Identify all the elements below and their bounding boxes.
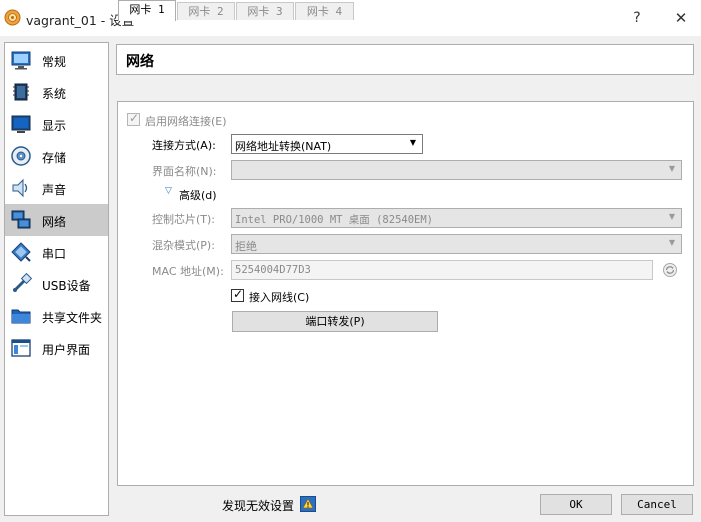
cable-connected-checkbox[interactable]: ✓ <box>231 287 244 302</box>
sidebar-item-serial[interactable]: 串口 <box>5 236 108 268</box>
sidebar-item-label: USB设备 <box>42 279 91 293</box>
sidebar-item-usb[interactable]: USB设备 <box>5 268 108 300</box>
enable-adapter-label: 启用网络连接(E) <box>145 115 227 128</box>
page-header: 网络 <box>116 44 694 75</box>
mac-address-value: 5254004D77D3 <box>235 264 311 276</box>
sidebar-item-label: 显示 <box>42 119 67 133</box>
folder-icon <box>11 309 31 324</box>
warning-icon[interactable] <box>300 496 316 512</box>
sidebar-item-system[interactable]: 系统 <box>5 76 108 108</box>
cancel-button[interactable]: Cancel <box>621 494 693 515</box>
ui-icon <box>11 339 31 357</box>
virtualbox-app-icon <box>4 9 21 26</box>
sidebar-item-label: 网络 <box>42 215 67 229</box>
refresh-mac-icon[interactable] <box>662 262 678 278</box>
help-button[interactable]: ? <box>626 7 648 29</box>
sidebar-item-label: 常规 <box>42 55 67 69</box>
serial-port-icon <box>11 242 31 262</box>
adapter-name-label: 界面名称(N): <box>152 165 217 178</box>
sidebar-item-display[interactable]: 显示 <box>5 108 108 140</box>
attached-to-select[interactable]: 网络地址转换(NAT) ▼ <box>231 134 423 154</box>
promiscuous-mode-select[interactable]: 拒绝 ▼ <box>231 234 682 254</box>
general-icon <box>11 51 31 70</box>
attached-to-value: 网络地址转换(NAT) <box>235 140 332 153</box>
sidebar-item-general[interactable]: 常规 <box>5 44 108 76</box>
promiscuous-mode-value: 拒绝 <box>235 240 257 253</box>
close-button[interactable]: ✕ <box>670 7 692 29</box>
invalid-settings-label: 发现无效设置 <box>222 499 295 513</box>
sidebar-item-label: 用户界面 <box>42 343 91 357</box>
advanced-toggle-label[interactable]: 高级(d) <box>179 187 217 203</box>
adapter-type-label: 控制芯片(T): <box>152 213 216 226</box>
usb-icon <box>12 273 32 293</box>
sidebar-item-label: 系统 <box>42 87 67 101</box>
tab-adapter-3[interactable]: 网卡 3 <box>236 2 294 20</box>
dropdown-arrow-icon: ▼ <box>668 164 675 173</box>
cable-connected-label: 接入网线(C) <box>249 291 310 304</box>
promiscuous-mode-label: 混杂模式(P): <box>152 239 215 252</box>
sidebar-item-user-interface[interactable]: 用户界面 <box>5 332 108 364</box>
port-forwarding-button[interactable]: 端口转发(P) <box>232 311 438 332</box>
storage-disc-icon <box>11 146 31 166</box>
speaker-icon <box>12 178 28 198</box>
sidebar-item-label: 存储 <box>42 151 67 165</box>
settings-sidebar: 常规 系统 显示 存储 声音 网络 串口 USB设备 共享文件夹 用户界面 <box>4 42 109 516</box>
dropdown-arrow-icon: ▼ <box>668 212 675 221</box>
mac-address-label: MAC 地址(M): <box>152 265 224 278</box>
advanced-expand-icon[interactable]: ▽ <box>165 186 172 196</box>
dropdown-arrow-icon: ▼ <box>409 138 416 147</box>
sidebar-item-network[interactable]: 网络 <box>5 204 108 236</box>
adapter-type-select[interactable]: Intel PRO/1000 MT 桌面 (82540EM) ▼ <box>231 208 682 228</box>
adapter-name-select[interactable]: ▼ <box>231 160 682 180</box>
sidebar-item-label: 串口 <box>42 247 67 261</box>
sidebar-item-label: 共享文件夹 <box>42 311 103 325</box>
ok-button[interactable]: OK <box>540 494 612 515</box>
page-title: 网络 <box>126 54 154 70</box>
tab-adapter-1[interactable]: 网卡 1 <box>118 0 176 21</box>
sidebar-item-audio[interactable]: 声音 <box>5 172 108 204</box>
tab-adapter-2[interactable]: 网卡 2 <box>177 2 235 20</box>
mac-address-field[interactable]: 5254004D77D3 <box>231 260 653 280</box>
adapter-type-value: Intel PRO/1000 MT 桌面 (82540EM) <box>235 214 434 226</box>
adapter-panel <box>117 101 694 486</box>
network-icon <box>11 210 31 229</box>
enable-adapter-checkbox[interactable]: ✓ <box>127 111 140 126</box>
sidebar-item-label: 声音 <box>42 183 67 197</box>
monitor-icon <box>11 115 31 133</box>
attached-to-label: 连接方式(A): <box>152 139 216 152</box>
sidebar-item-shared-folders[interactable]: 共享文件夹 <box>5 300 108 332</box>
dropdown-arrow-icon: ▼ <box>668 238 675 247</box>
system-chip-icon <box>13 83 29 101</box>
sidebar-item-storage[interactable]: 存储 <box>5 140 108 172</box>
tab-adapter-4[interactable]: 网卡 4 <box>295 2 354 20</box>
